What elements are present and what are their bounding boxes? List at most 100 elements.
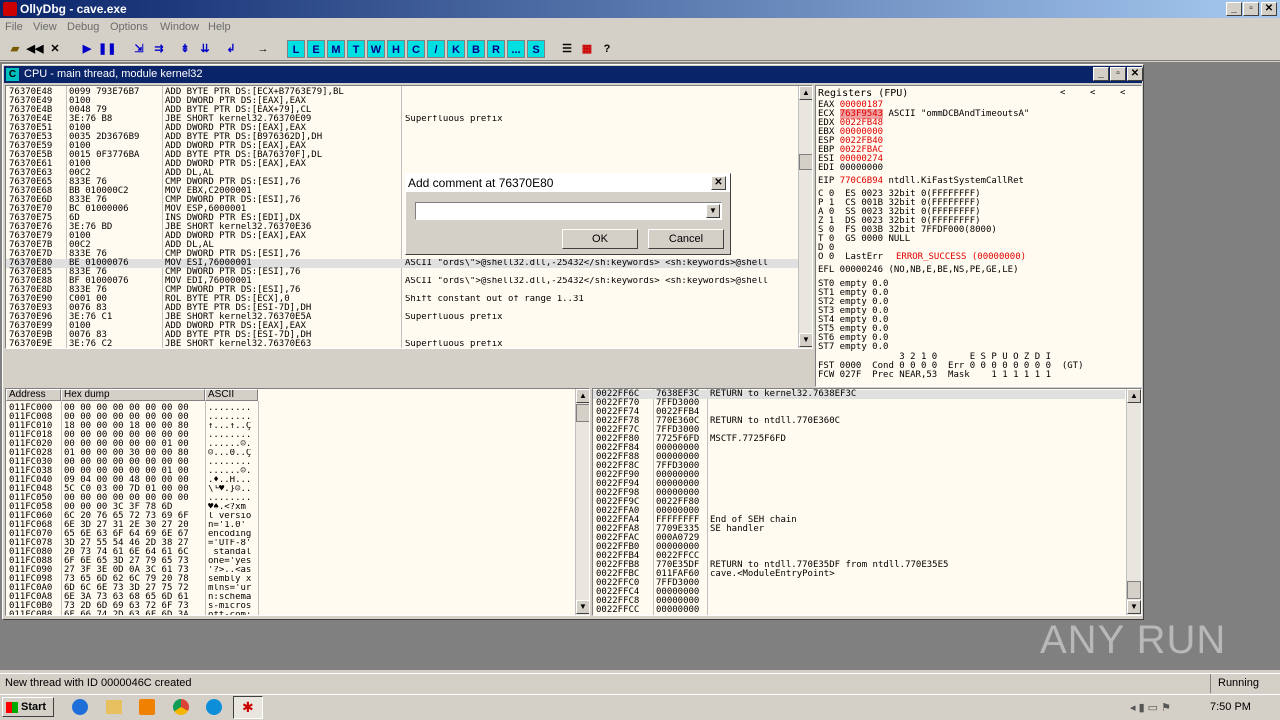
pause-icon[interactable]: ❚❚: [98, 40, 116, 58]
cpu-window-button[interactable]: C: [407, 40, 425, 58]
dump-header-address[interactable]: Address: [6, 389, 61, 401]
registers-nav-2[interactable]: <: [1090, 89, 1095, 98]
registers-nav-3[interactable]: <: [1120, 89, 1125, 98]
start-button[interactable]: Start: [2, 697, 54, 717]
scroll-down-icon[interactable]: ▼: [799, 333, 812, 347]
cpu-restore-button[interactable]: ▫: [1110, 67, 1126, 81]
cpu-close-button[interactable]: ✕: [1127, 67, 1143, 81]
stack-scroll-up-icon[interactable]: ▲: [1127, 389, 1141, 403]
disasm-row[interactable]: 76370E88 BF 01000076 MOV EDI,76000001 ASCII…: [6, 277, 798, 286]
dump-ascii: ........: [208, 494, 252, 503]
dump-pane[interactable]: Address Hex dump ASCII 011FC000 00 00 00 …: [5, 388, 590, 616]
comment-combo[interactable]: ▼: [415, 202, 722, 220]
register-value[interactable]: 00000000: [840, 163, 883, 173]
stack-scroll-thumb[interactable]: [1127, 581, 1141, 599]
minimize-button[interactable]: _: [1226, 2, 1242, 16]
close-button[interactable]: ✕: [1261, 2, 1277, 16]
close-program-icon[interactable]: ✕: [46, 40, 64, 58]
chrome-icon[interactable]: [173, 699, 189, 715]
execute-till-return-icon[interactable]: ↲: [222, 40, 240, 58]
trace-into-icon[interactable]: ⇟: [176, 40, 194, 58]
cpu-minimize-button[interactable]: _: [1093, 67, 1109, 81]
tray-icons[interactable]: ◂ ▮ ▭ ⚑: [1130, 701, 1171, 714]
help-icon[interactable]: ?: [598, 40, 616, 58]
trace-over-icon[interactable]: ⇊: [196, 40, 214, 58]
list-icon[interactable]: ☰: [558, 40, 576, 58]
menu-debug[interactable]: Debug: [67, 21, 99, 33]
dump-ascii: ☺...0..Ç: [208, 449, 252, 458]
dump-scrollbar[interactable]: ▲ ▼: [575, 389, 589, 615]
menu-window[interactable]: Window: [160, 21, 199, 33]
disasm-row[interactable]: 76370E53 0035 2D3676B9 ADD BYTE PTR DS:[B9…: [6, 133, 798, 142]
menu-view[interactable]: View: [33, 21, 57, 33]
disasm-row[interactable]: 76370E93 0076 83 ADD BYTE PTR DS:[ESI-7D],…: [6, 304, 798, 313]
colors-icon[interactable]: ▦: [578, 40, 596, 58]
dump-scroll-up-icon[interactable]: ▲: [576, 389, 589, 403]
modules-window-button[interactable]: E: [307, 40, 325, 58]
dump-header-hex[interactable]: Hex dump: [61, 389, 205, 401]
stack-scrollbar[interactable]: ▲ ▼: [1126, 389, 1141, 615]
menu-file[interactable]: File: [5, 21, 23, 33]
restore-button[interactable]: ▫: [1243, 2, 1259, 16]
dialog-close-button[interactable]: ✕: [711, 176, 726, 190]
stack-row[interactable]: 0022FFCC 00000000: [593, 606, 1125, 615]
dump-row[interactable]: 011FC0B8 6F 66 74 2D 63 6F 6D 3A oft-com:: [6, 611, 574, 616]
disasm-row[interactable]: 76370E96 3E:76 C1 JBE SHORT kernel32.76370…: [6, 313, 798, 322]
disasm-row[interactable]: 76370E99 0100 ADD DWORD PTR DS:[EAX],EAX: [6, 322, 798, 331]
run-trace-window-button[interactable]: ...: [507, 40, 525, 58]
flag-line[interactable]: O 0 LastErr: [818, 253, 883, 262]
stack-scroll-down-icon[interactable]: ▼: [1127, 600, 1141, 614]
breakpoints-window-button[interactable]: B: [467, 40, 485, 58]
disasm-row[interactable]: 76370E4B 0048 79 ADD BYTE PTR DS:[EAX+79],…: [6, 106, 798, 115]
goto-icon[interactable]: →: [254, 40, 272, 58]
open-icon[interactable]: ▰: [6, 40, 24, 58]
cancel-button[interactable]: Cancel: [648, 229, 724, 249]
handles-window-button[interactable]: H: [387, 40, 405, 58]
disasm-row[interactable]: 76370E9B 0076 83 ADD BYTE PTR DS:[ESI-7D],…: [6, 331, 798, 340]
explorer-icon[interactable]: [106, 700, 122, 714]
disasm-row[interactable]: 76370E80 BE 01000076 MOV ESI,76000001 ASCII…: [6, 259, 798, 268]
scroll-up-icon[interactable]: ▲: [799, 86, 812, 100]
patches-window-button[interactable]: /: [427, 40, 445, 58]
registers-nav-1[interactable]: <: [1060, 89, 1065, 98]
media-player-icon[interactable]: [139, 699, 155, 715]
disasm-row[interactable]: 76370E5B 0015 0F3776BA ADD BYTE PTR DS:[BA…: [6, 151, 798, 160]
threads-window-button[interactable]: T: [347, 40, 365, 58]
disasm-row[interactable]: 76370E61 0100 ADD DWORD PTR DS:[EAX],EAX: [6, 160, 798, 169]
disasm-row[interactable]: 76370E8D 833E 76 CMP DWORD PTR DS:[ESI],76: [6, 286, 798, 295]
fpu-register-line[interactable]: ST7 empty 0.0: [818, 343, 888, 352]
call-stack-window-button[interactable]: K: [447, 40, 465, 58]
step-over-icon[interactable]: ⇉: [150, 40, 168, 58]
edge-icon[interactable]: [206, 699, 222, 715]
comment-input[interactable]: [416, 203, 704, 219]
dump-scroll-down-icon[interactable]: ▼: [576, 600, 589, 614]
source-window-button[interactable]: S: [527, 40, 545, 58]
scroll-thumb[interactable]: [799, 154, 812, 170]
ollydbg-taskbar-button[interactable]: ✱: [233, 696, 263, 719]
eip-line: EIP 770C6B94 ntdll.KiFastSystemCallRet: [818, 176, 1024, 186]
disassembly-scrollbar[interactable]: ▲ ▼: [798, 86, 812, 348]
menu-help[interactable]: Help: [208, 21, 231, 33]
dump-header-ascii[interactable]: ASCII: [205, 389, 258, 401]
restart-icon[interactable]: ◀◀: [26, 40, 44, 58]
ie-icon[interactable]: [72, 699, 88, 715]
windows-window-button[interactable]: W: [367, 40, 385, 58]
memory-window-button[interactable]: M: [327, 40, 345, 58]
step-into-icon[interactable]: ⇲: [130, 40, 148, 58]
run-icon[interactable]: ▶: [78, 40, 96, 58]
disasm-row[interactable]: 76370E48 0099 793E76B7 ADD BYTE PTR DS:[EC…: [6, 88, 798, 97]
disasm-row[interactable]: 76370E90 C001 00 ROL BYTE PTR DS:[ECX],0 Sh…: [6, 295, 798, 304]
stack-pane[interactable]: 0022FF6C 7638EF3C RETURN to kernel32.7638E…: [592, 388, 1142, 616]
disasm-row[interactable]: 76370E4E 3E:76 B8 JBE SHORT kernel32.76370…: [6, 115, 798, 124]
registers-pane[interactable]: Registers (FPU) < < < EAX 00000187 ECX 7…: [815, 85, 1142, 387]
chevron-down-icon[interactable]: ▼: [706, 204, 720, 218]
menu-options[interactable]: Options: [110, 21, 148, 33]
register-line[interactable]: EDI 00000000: [818, 164, 888, 173]
ok-button[interactable]: OK: [562, 229, 638, 249]
log-window-button[interactable]: L: [287, 40, 305, 58]
stack-value: 00000000: [656, 605, 700, 615]
disasm-row[interactable]: 76370E9E 3E:76 C2 JBE SHORT kernel32.76370…: [6, 340, 798, 349]
dump-scroll-thumb[interactable]: [576, 404, 589, 422]
disasm-row[interactable]: 76370E49 0100 ADD DWORD PTR DS:[EAX],EAX: [6, 97, 798, 106]
references-window-button[interactable]: R: [487, 40, 505, 58]
